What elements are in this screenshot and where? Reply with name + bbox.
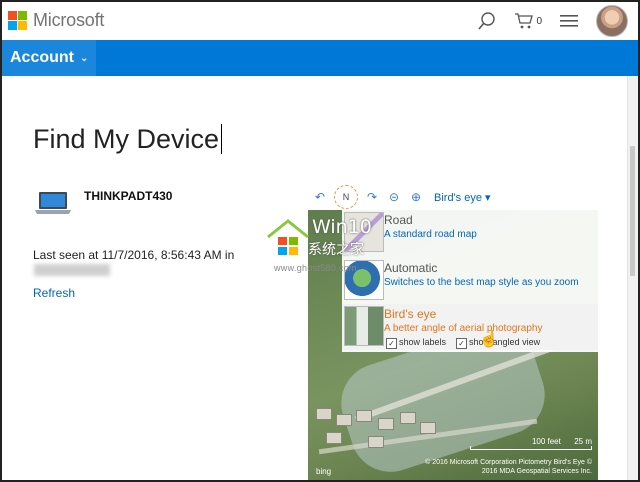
hamburger-menu-icon[interactable] (556, 8, 582, 34)
account-label: Account (10, 49, 74, 66)
scale-meters: 25 m (574, 437, 592, 446)
user-avatar[interactable] (596, 5, 628, 37)
map-copyright: © 2016 Microsoft Corporation Pictometry … (425, 459, 592, 475)
map-option-birds-eye[interactable]: Bird's eye A better angle of aerial phot… (342, 304, 598, 350)
brand-name[interactable]: Microsoft (33, 10, 104, 31)
compass-button[interactable]: N (334, 185, 358, 209)
page-scrollbar[interactable] (627, 76, 638, 480)
map-scale: 100 feet 25 m (470, 437, 592, 450)
search-icon[interactable] (474, 8, 500, 34)
account-menu-button[interactable]: Account ⌄ (2, 40, 97, 76)
map-toolbar: ↶ N ↷ ⊝ ⊕ Bird's eye ▾ (308, 184, 598, 210)
header-actions: 0 (474, 5, 628, 37)
cart-count: 0 (536, 15, 542, 27)
bing-logo: bing (316, 467, 332, 476)
laptop-icon (34, 191, 72, 215)
text-cursor (221, 124, 223, 154)
watermark: Win10 系统之家 www.ghost580.com (264, 215, 394, 277)
zoom-out-icon[interactable]: ⊝ (386, 189, 402, 205)
zoom-in-icon[interactable]: ⊕ (408, 189, 424, 205)
building-thumbnail-icon (344, 306, 384, 346)
blurred-location (34, 264, 110, 276)
birds-eye-checks: ✓ show labels ✓ show angled view (386, 337, 540, 349)
cart-button[interactable]: 0 (514, 12, 542, 30)
device-name[interactable]: THINKPADT430 (84, 189, 172, 203)
browser-frame: Microsoft 0 Account ⌄ Find My Device THI… (0, 0, 640, 482)
hand-cursor-icon: ☝ (479, 331, 499, 348)
scrollbar-thumb[interactable] (630, 146, 635, 276)
page-title: Find My Device (33, 124, 223, 155)
last-seen-text: Last seen at 11/7/2016, 8:56:43 AM in (33, 248, 235, 262)
rotate-left-icon[interactable]: ↶ (312, 189, 328, 205)
top-header: Microsoft 0 (2, 2, 638, 40)
map-view-dropdown[interactable]: Bird's eye ▾ (434, 191, 491, 204)
cart-icon (515, 13, 534, 29)
refresh-link[interactable]: Refresh (33, 286, 75, 300)
show-labels-checkbox[interactable]: ✓ show labels (386, 337, 446, 349)
watermark-house-icon (267, 219, 309, 255)
account-nav-bar: Account ⌄ (2, 40, 638, 76)
microsoft-logo-icon[interactable] (8, 11, 28, 31)
map-buildings (308, 404, 458, 454)
rotate-right-icon[interactable]: ↷ (364, 189, 380, 205)
chevron-down-icon: ⌄ (80, 52, 89, 64)
scale-feet: 100 feet (531, 437, 561, 446)
